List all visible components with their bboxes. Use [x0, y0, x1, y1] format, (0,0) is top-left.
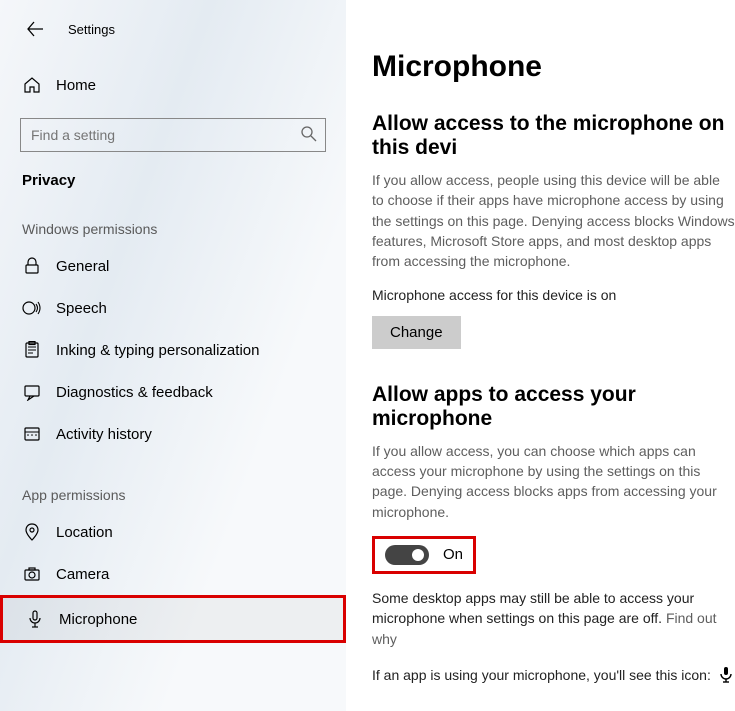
sidebar-item-label: Camera	[56, 566, 109, 583]
sidebar: Settings Home Privacy Windows permission…	[0, 0, 346, 711]
section-body-device-access: If you allow access, people using this d…	[372, 170, 735, 271]
change-button[interactable]: Change	[372, 316, 461, 349]
speech-icon	[22, 299, 42, 317]
arrow-left-icon	[26, 20, 44, 38]
microphone-icon	[25, 610, 45, 628]
location-icon	[22, 523, 42, 541]
sidebar-item-general[interactable]: General	[0, 245, 346, 287]
back-button[interactable]	[20, 14, 50, 44]
main-content: Microphone Allow access to the microphon…	[346, 0, 735, 711]
search-box	[20, 118, 326, 152]
section-body-apps-access: If you allow access, you can choose whic…	[372, 441, 735, 522]
toggle-label: On	[443, 546, 463, 563]
sidebar-item-label: Location	[56, 524, 113, 541]
window-title: Settings	[68, 22, 115, 37]
section-windows-permissions: Windows permissions	[22, 221, 326, 237]
search-input[interactable]	[20, 118, 326, 152]
sidebar-item-label: Inking & typing personalization	[56, 342, 259, 359]
sidebar-item-microphone[interactable]: Microphone	[0, 595, 346, 643]
page-title: Microphone	[372, 50, 735, 84]
sidebar-item-location[interactable]: Location	[0, 511, 346, 553]
sidebar-item-inking[interactable]: Inking & typing personalization	[0, 329, 346, 371]
toggle-knob	[412, 549, 424, 561]
home-label: Home	[56, 77, 96, 94]
section-heading-apps-access: Allow apps to access your microphone	[372, 383, 735, 431]
camera-icon	[22, 565, 42, 583]
desktop-apps-note: Some desktop apps may still be able to a…	[372, 588, 735, 649]
sidebar-item-activity[interactable]: Activity history	[0, 413, 346, 455]
feedback-icon	[22, 383, 42, 401]
sidebar-item-camera[interactable]: Camera	[0, 553, 346, 595]
search-icon	[300, 125, 318, 143]
device-access-status: Microphone access for this device is on	[372, 285, 735, 305]
lock-icon	[22, 257, 42, 275]
clipboard-icon	[22, 341, 42, 359]
sidebar-item-label: Microphone	[59, 611, 137, 628]
sidebar-item-diagnostics[interactable]: Diagnostics & feedback	[0, 371, 346, 413]
home-icon	[22, 76, 42, 94]
sidebar-item-label: Activity history	[56, 426, 152, 443]
apps-access-toggle[interactable]	[385, 545, 429, 565]
sidebar-item-speech[interactable]: Speech	[0, 287, 346, 329]
sidebar-item-label: General	[56, 258, 109, 275]
title-bar: Settings	[0, 0, 346, 54]
in-use-indicator-text: If an app is using your microphone, you'…	[372, 665, 735, 685]
section-heading-device-access: Allow access to the microphone on this d…	[372, 112, 735, 160]
home-link[interactable]: Home	[0, 66, 346, 104]
sidebar-item-label: Diagnostics & feedback	[56, 384, 213, 401]
category-label: Privacy	[22, 172, 326, 189]
microphone-icon	[719, 667, 733, 683]
highlight-toggle: On	[372, 536, 476, 574]
section-app-permissions: App permissions	[22, 487, 326, 503]
activity-icon	[22, 425, 42, 443]
sidebar-item-label: Speech	[56, 300, 107, 317]
